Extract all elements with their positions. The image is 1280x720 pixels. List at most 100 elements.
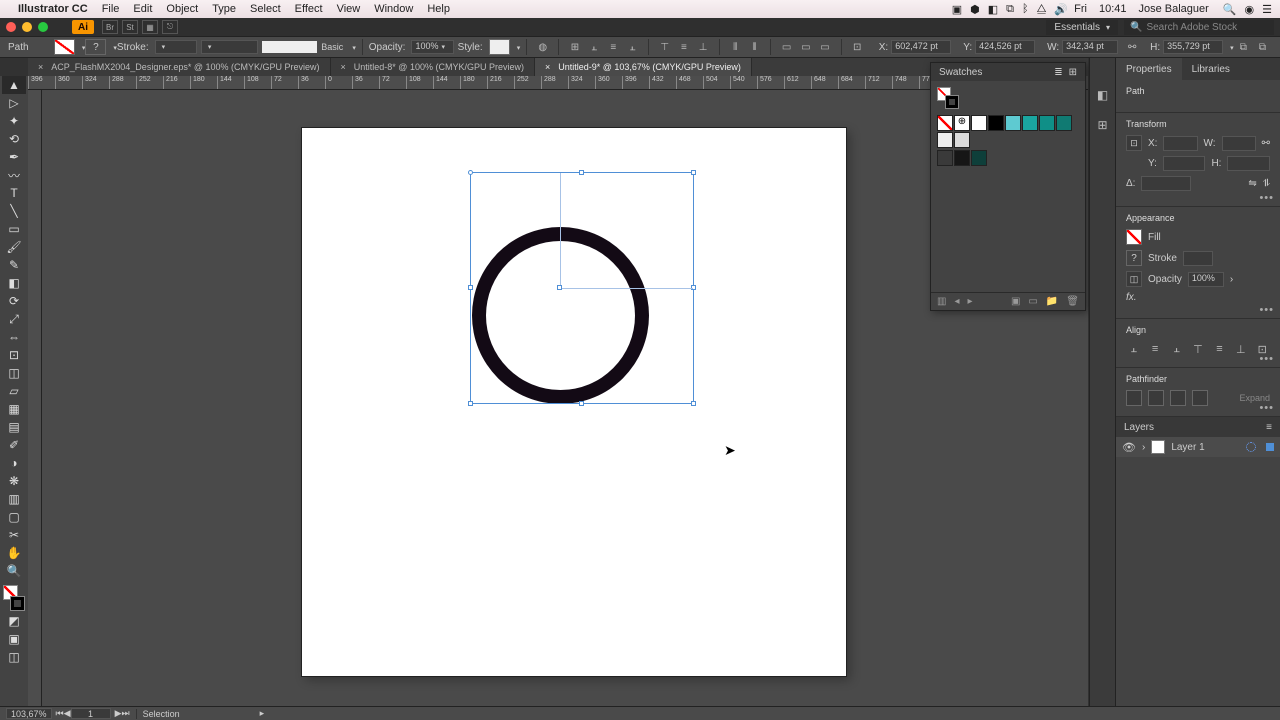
- status-icon[interactable]: ⧉: [1006, 3, 1014, 16]
- free-transform-tool[interactable]: ⊡: [2, 346, 26, 364]
- isolate-icon[interactable]: ▭: [798, 39, 813, 55]
- siri-icon[interactable]: ◉: [1245, 3, 1255, 16]
- line-tool[interactable]: ╲: [2, 202, 26, 220]
- more-options-icon[interactable]: •••: [1259, 402, 1274, 414]
- eraser-tool[interactable]: ◧: [2, 274, 26, 292]
- layers-title[interactable]: Layers: [1124, 422, 1154, 433]
- draw-mode-icon[interactable]: ◫: [2, 648, 26, 666]
- flip-v-icon[interactable]: ⥮: [1263, 178, 1270, 189]
- properties-tab[interactable]: Properties: [1116, 58, 1182, 80]
- pathfinder-exclude-icon[interactable]: [1192, 390, 1208, 406]
- status-menu-icon[interactable]: ▸: [260, 708, 265, 719]
- panel-toggle-icon[interactable]: ⧉: [1255, 39, 1270, 55]
- zoom-field[interactable]: 103,67%: [6, 708, 52, 719]
- artboard-prev-icon[interactable]: ◀: [64, 708, 71, 719]
- swatch[interactable]: [954, 150, 970, 166]
- eyedropper-tool[interactable]: ✐: [2, 436, 26, 454]
- swatch[interactable]: [971, 150, 987, 166]
- document-tab[interactable]: ×Untitled-8* @ 100% (CMYK/GPU Preview): [331, 58, 535, 76]
- link-wh-icon[interactable]: ⚯: [1124, 39, 1140, 55]
- folder-icon[interactable]: 📁: [1046, 296, 1058, 307]
- status-icon[interactable]: ◧: [988, 3, 998, 16]
- list-view-icon[interactable]: ≣: [1054, 67, 1062, 78]
- volume-icon[interactable]: 🔊: [1054, 3, 1068, 16]
- direct-selection-tool[interactable]: ▷: [2, 94, 26, 112]
- artboard-prev-icon[interactable]: ⏮: [56, 708, 64, 719]
- column-graph-tool[interactable]: ▥: [2, 490, 26, 508]
- align-top-icon[interactable]: ⊤: [657, 39, 672, 55]
- gradient-tool[interactable]: ▤: [2, 418, 26, 436]
- grid-view-icon[interactable]: ⊞: [1069, 67, 1077, 78]
- selection-tool[interactable]: ▲: [2, 76, 26, 94]
- new-group-icon[interactable]: ▣: [1011, 296, 1020, 307]
- stock-button[interactable]: St: [122, 20, 138, 34]
- traffic-minimize[interactable]: [22, 22, 32, 32]
- menubar-time[interactable]: 10:41: [1099, 3, 1127, 15]
- pathfinder-intersect-icon[interactable]: [1170, 390, 1186, 406]
- reference-point-icon[interactable]: ⊡: [1126, 135, 1142, 151]
- traffic-zoom[interactable]: [38, 22, 48, 32]
- brush-definition[interactable]: [262, 41, 317, 53]
- menu-app[interactable]: Illustrator CC: [18, 3, 88, 15]
- expand-icon[interactable]: ›: [1142, 442, 1145, 453]
- swatch[interactable]: [954, 132, 970, 148]
- recolor-icon[interactable]: ◍: [535, 39, 550, 55]
- panel-toggle-icon[interactable]: ⧉: [1236, 39, 1251, 55]
- artboard-next-icon[interactable]: ▶: [115, 708, 122, 719]
- swatches-title[interactable]: Swatches: [939, 67, 982, 78]
- artboard-next-icon[interactable]: ⏭: [121, 708, 129, 719]
- more-options-icon[interactable]: •••: [1259, 192, 1274, 204]
- brush-dropdown[interactable]: [349, 42, 356, 53]
- status-icon[interactable]: ⬢: [970, 3, 980, 16]
- pathfinder-minus-icon[interactable]: [1148, 390, 1164, 406]
- rotate-tool[interactable]: ⟳: [2, 292, 26, 310]
- libraries-tab[interactable]: Libraries: [1182, 58, 1240, 80]
- swatches-fillstroke[interactable]: [937, 87, 959, 109]
- swatch[interactable]: [937, 150, 953, 166]
- menubar-user[interactable]: Jose Balaguer: [1138, 3, 1208, 15]
- shaper-tool[interactable]: ✎: [2, 256, 26, 274]
- align-vcenter-icon[interactable]: ≡: [676, 39, 691, 55]
- menubar-day[interactable]: Fri: [1074, 3, 1087, 15]
- distribute-icon[interactable]: ⫴: [728, 39, 743, 55]
- x-field[interactable]: 602,472 pt: [891, 40, 951, 54]
- color-panel-icon[interactable]: ◧: [1094, 86, 1112, 104]
- swatch-kind-icon[interactable]: ◂: [954, 296, 959, 307]
- new-swatch-icon[interactable]: ▭: [1028, 296, 1037, 307]
- blend-tool[interactable]: ◑: [2, 454, 26, 472]
- target-icon[interactable]: [1246, 442, 1256, 452]
- notification-center-icon[interactable]: ☰: [1262, 3, 1272, 16]
- appearance-opacity[interactable]: 100%: [1188, 272, 1224, 287]
- shape-builder-tool[interactable]: ◫: [2, 364, 26, 382]
- menu-view[interactable]: View: [337, 3, 361, 15]
- status-icon[interactable]: ▣: [952, 3, 962, 16]
- color-mode-icon[interactable]: ◩: [2, 612, 26, 630]
- gpu-button[interactable]: ⎋: [162, 20, 178, 34]
- align-bottom-icon[interactable]: ⊥: [1233, 341, 1248, 357]
- swatch-options-icon[interactable]: ▸: [967, 296, 972, 307]
- menu-help[interactable]: Help: [427, 3, 450, 15]
- zoom-tool[interactable]: 🔍: [2, 562, 26, 580]
- ruler-vertical[interactable]: [28, 90, 42, 706]
- rectangle-tool[interactable]: ▭: [2, 220, 26, 238]
- delete-icon[interactable]: 🗑: [1066, 296, 1079, 307]
- appearance-stroke-swatch[interactable]: ?: [1126, 250, 1142, 266]
- prop-y-field[interactable]: [1163, 156, 1206, 171]
- menu-edit[interactable]: Edit: [133, 3, 152, 15]
- appearance-stroke-weight[interactable]: [1183, 251, 1213, 266]
- color-guide-icon[interactable]: ⊞: [1094, 116, 1112, 134]
- artboard-tool[interactable]: ▢: [2, 508, 26, 526]
- align-bottom-icon[interactable]: ⊥: [695, 39, 710, 55]
- transform-dropdown[interactable]: [1227, 42, 1234, 53]
- menu-type[interactable]: Type: [212, 3, 236, 15]
- align-vcenter-icon[interactable]: ≡: [1212, 341, 1227, 357]
- artboard-nav-field[interactable]: 1: [71, 708, 111, 719]
- workspace-switcher[interactable]: Essentials: [1046, 20, 1118, 35]
- prop-w-field[interactable]: [1222, 136, 1256, 151]
- screen-mode-icon[interactable]: ▣: [2, 630, 26, 648]
- perspective-tool[interactable]: ▱: [2, 382, 26, 400]
- opacity-field[interactable]: 100%: [411, 40, 453, 54]
- link-icon[interactable]: ⚯: [1262, 138, 1270, 149]
- graphic-style[interactable]: [489, 39, 510, 55]
- type-tool[interactable]: T: [2, 184, 26, 202]
